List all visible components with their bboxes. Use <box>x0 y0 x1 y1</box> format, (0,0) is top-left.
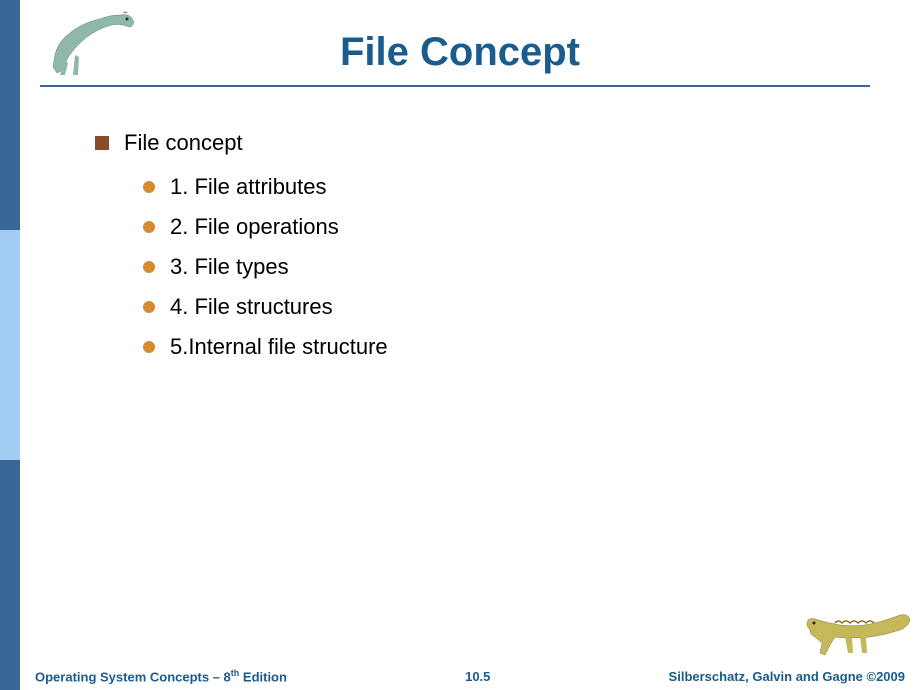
sub-bullet-text: 4. File structures <box>170 294 333 320</box>
circle-bullet-icon <box>143 221 155 233</box>
footer-book-title-suffix: Edition <box>239 669 287 684</box>
main-bullet-text: File concept <box>124 130 243 156</box>
content-area: File concept 1. File attributes 2. File … <box>95 130 795 374</box>
sub-bullet-text: 2. File operations <box>170 214 339 240</box>
circle-bullet-icon <box>143 261 155 273</box>
sub-bullet-row: 3. File types <box>143 254 795 280</box>
sub-bullet-row: 4. File structures <box>143 294 795 320</box>
footer-copyright: Silberschatz, Galvin and Gagne ©2009 <box>669 669 905 684</box>
sidebar-segment-bottom <box>0 460 20 690</box>
circle-bullet-icon <box>143 341 155 353</box>
slide-title: File Concept <box>0 30 920 75</box>
sub-bullet-row: 1. File attributes <box>143 174 795 200</box>
dinosaur-bottom-icon <box>800 595 915 665</box>
footer-left: Operating System Concepts – 8th Edition <box>35 668 287 684</box>
footer: Operating System Concepts – 8th Edition … <box>20 662 920 690</box>
main-bullet-row: File concept <box>95 130 795 156</box>
sub-bullet-text: 1. File attributes <box>170 174 327 200</box>
sub-bullet-row: 5.Internal file structure <box>143 334 795 360</box>
sidebar-segment-mid <box>0 230 20 460</box>
sub-bullet-text: 5.Internal file structure <box>170 334 388 360</box>
footer-book-title-prefix: Operating System Concepts – 8 <box>35 669 231 684</box>
circle-bullet-icon <box>143 301 155 313</box>
title-underline <box>40 85 870 87</box>
sub-bullet-text: 3. File types <box>170 254 289 280</box>
sidebar-decoration <box>0 0 20 690</box>
footer-edition-super: th <box>231 668 240 678</box>
square-bullet-icon <box>95 136 109 150</box>
sub-bullet-row: 2. File operations <box>143 214 795 240</box>
footer-page-number: 10.5 <box>465 669 490 684</box>
circle-bullet-icon <box>143 181 155 193</box>
